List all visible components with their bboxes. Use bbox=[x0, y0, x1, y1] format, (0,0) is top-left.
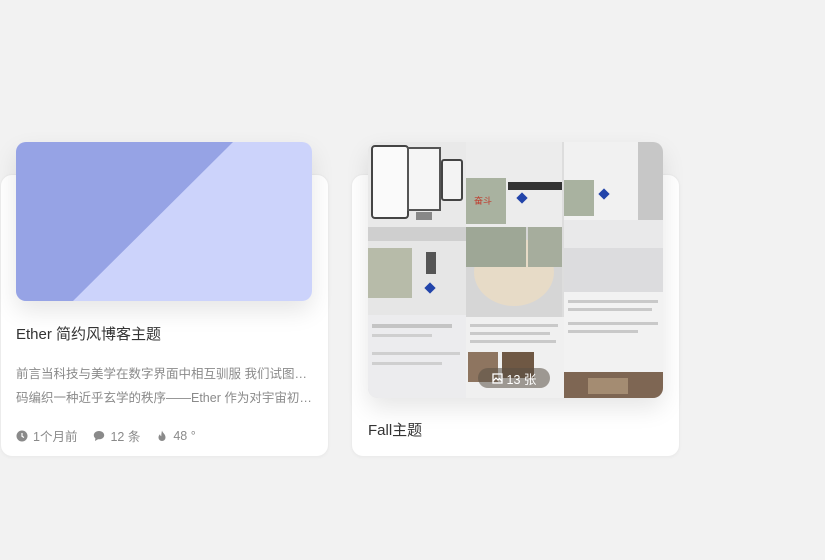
excerpt-line-1: 前言当科技与美学在数字界面中相互驯服 我们试图用代 bbox=[16, 367, 312, 381]
meta-heat: 48 ° bbox=[156, 426, 196, 445]
flame-icon bbox=[158, 430, 166, 441]
post-cover-collage[interactable]: 奋斗 bbox=[368, 142, 663, 398]
excerpt-line-2: 码编织一种近乎玄学的秩序——Ether 作为对宇宙初… bbox=[16, 391, 312, 405]
image-count-badge: 13 张 bbox=[478, 368, 550, 388]
post-excerpt: 前言当科技与美学在数字界面中相互驯服 我们试图用代 码编织一种近乎玄学的秩序——… bbox=[16, 362, 312, 410]
clock-icon bbox=[16, 430, 28, 441]
meta-comments: 12 条 bbox=[93, 426, 140, 445]
collage-image: 奋斗 bbox=[368, 142, 663, 398]
post-title[interactable]: Ether 简约风博客主题 bbox=[16, 323, 161, 344]
post-cover-gradient[interactable] bbox=[16, 142, 312, 301]
meta-time: 1个月前 bbox=[16, 426, 77, 445]
meta-time-text: 1个月前 bbox=[33, 430, 78, 444]
comment-icon bbox=[94, 430, 105, 441]
post-meta: 1个月前 12 条 48 ° bbox=[16, 426, 196, 445]
svg-text:奋斗: 奋斗 bbox=[474, 195, 492, 206]
post-title[interactable]: Fall主题 bbox=[368, 419, 422, 440]
image-count-text: 13 张 bbox=[506, 372, 537, 387]
meta-heat-text: 48 ° bbox=[173, 428, 196, 443]
meta-comments-text: 12 条 bbox=[110, 430, 141, 444]
image-icon bbox=[491, 372, 503, 384]
cover-diagonal-art bbox=[16, 142, 312, 301]
